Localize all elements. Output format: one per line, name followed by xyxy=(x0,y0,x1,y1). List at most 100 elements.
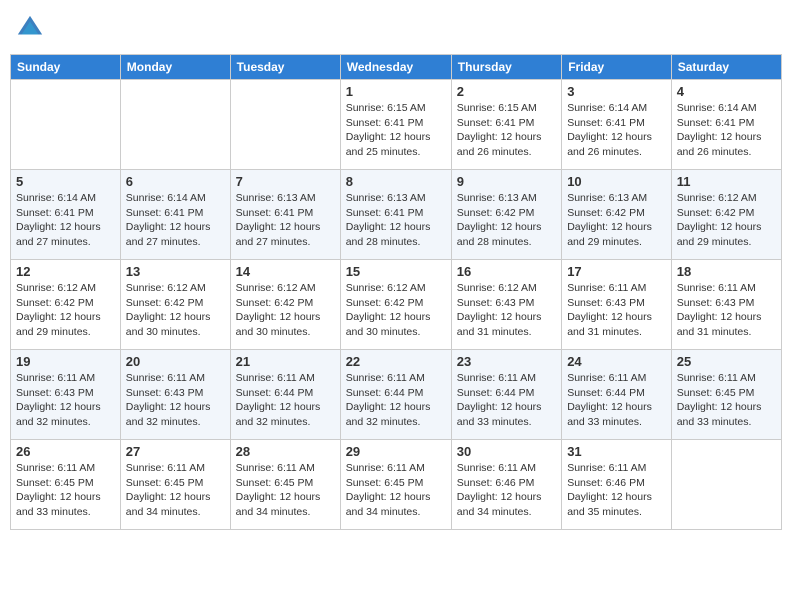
day-number: 8 xyxy=(346,174,446,189)
day-info: Sunrise: 6:11 AMSunset: 6:46 PMDaylight:… xyxy=(457,461,556,520)
day-number: 7 xyxy=(236,174,335,189)
day-info: Sunrise: 6:11 AMSunset: 6:46 PMDaylight:… xyxy=(567,461,666,520)
logo-icon xyxy=(16,14,44,42)
calendar-cell: 25Sunrise: 6:11 AMSunset: 6:45 PMDayligh… xyxy=(671,350,781,440)
day-number: 4 xyxy=(677,84,776,99)
calendar-cell xyxy=(11,80,121,170)
calendar-cell: 4 Sunrise: 6:14 AMSunset: 6:41 PMDaylight… xyxy=(671,80,781,170)
col-header-wednesday: Wednesday xyxy=(340,55,451,80)
logo xyxy=(16,14,48,42)
calendar-cell: 21Sunrise: 6:11 AMSunset: 6:44 PMDayligh… xyxy=(230,350,340,440)
col-header-monday: Monday xyxy=(120,55,230,80)
day-number: 16 xyxy=(457,264,556,279)
day-number: 6 xyxy=(126,174,225,189)
day-info: Sunrise: 6:12 AMSunset: 6:42 PMDaylight:… xyxy=(126,281,225,340)
calendar-week-row: 1 Sunrise: 6:15 AMSunset: 6:41 PMDaylight… xyxy=(11,80,782,170)
day-info: Sunrise: 6:11 AMSunset: 6:43 PMDaylight:… xyxy=(567,281,666,340)
day-number: 22 xyxy=(346,354,446,369)
calendar-cell: 18 Sunrise: 6:11 AMSunset: 6:43 PMDayligh… xyxy=(671,260,781,350)
day-number: 19 xyxy=(16,354,115,369)
calendar-cell: 15 Sunrise: 6:12 AMSunset: 6:42 PMDayligh… xyxy=(340,260,451,350)
calendar-cell: 11Sunrise: 6:12 AMSunset: 6:42 PMDayligh… xyxy=(671,170,781,260)
day-number: 29 xyxy=(346,444,446,459)
day-number: 27 xyxy=(126,444,225,459)
day-number: 9 xyxy=(457,174,556,189)
day-number: 2 xyxy=(457,84,556,99)
calendar-cell: 7 Sunrise: 6:13 AMSunset: 6:41 PMDaylight… xyxy=(230,170,340,260)
calendar-cell xyxy=(230,80,340,170)
day-info: Sunrise: 6:15 AMSunset: 6:41 PMDaylight:… xyxy=(457,101,556,160)
calendar-week-row: 19 Sunrise: 6:11 AMSunset: 6:43 PMDayligh… xyxy=(11,350,782,440)
day-number: 18 xyxy=(677,264,776,279)
calendar-cell: 26Sunrise: 6:11 AMSunset: 6:45 PMDayligh… xyxy=(11,440,121,530)
calendar-cell: 1 Sunrise: 6:15 AMSunset: 6:41 PMDaylight… xyxy=(340,80,451,170)
calendar-cell: 24Sunrise: 6:11 AMSunset: 6:44 PMDayligh… xyxy=(562,350,672,440)
day-number: 31 xyxy=(567,444,666,459)
col-header-sunday: Sunday xyxy=(11,55,121,80)
calendar-cell: 6 Sunrise: 6:14 AMSunset: 6:41 PMDaylight… xyxy=(120,170,230,260)
calendar-cell: 3Sunrise: 6:14 AMSunset: 6:41 PMDaylight… xyxy=(562,80,672,170)
day-info: Sunrise: 6:11 AMSunset: 6:43 PMDaylight:… xyxy=(677,281,776,340)
col-header-friday: Friday xyxy=(562,55,672,80)
calendar-cell: 20Sunrise: 6:11 AMSunset: 6:43 PMDayligh… xyxy=(120,350,230,440)
day-info: Sunrise: 6:14 AMSunset: 6:41 PMDaylight:… xyxy=(126,191,225,250)
day-info: Sunrise: 6:11 AMSunset: 6:43 PMDaylight:… xyxy=(16,371,115,430)
day-info: Sunrise: 6:14 AMSunset: 6:41 PMDaylight:… xyxy=(16,191,115,250)
day-number: 10 xyxy=(567,174,666,189)
day-info: Sunrise: 6:11 AMSunset: 6:45 PMDaylight:… xyxy=(677,371,776,430)
day-info: Sunrise: 6:14 AMSunset: 6:41 PMDaylight:… xyxy=(567,101,666,160)
col-header-thursday: Thursday xyxy=(451,55,561,80)
calendar-week-row: 5 Sunrise: 6:14 AMSunset: 6:41 PMDaylight… xyxy=(11,170,782,260)
day-info: Sunrise: 6:13 AMSunset: 6:42 PMDaylight:… xyxy=(457,191,556,250)
day-info: Sunrise: 6:13 AMSunset: 6:41 PMDaylight:… xyxy=(236,191,335,250)
day-info: Sunrise: 6:13 AMSunset: 6:42 PMDaylight:… xyxy=(567,191,666,250)
day-info: Sunrise: 6:15 AMSunset: 6:41 PMDaylight:… xyxy=(346,101,446,160)
page-header xyxy=(10,10,782,46)
calendar-cell: 17 Sunrise: 6:11 AMSunset: 6:43 PMDayligh… xyxy=(562,260,672,350)
day-number: 15 xyxy=(346,264,446,279)
calendar-cell: 23Sunrise: 6:11 AMSunset: 6:44 PMDayligh… xyxy=(451,350,561,440)
day-info: Sunrise: 6:11 AMSunset: 6:45 PMDaylight:… xyxy=(236,461,335,520)
day-info: Sunrise: 6:12 AMSunset: 6:42 PMDaylight:… xyxy=(236,281,335,340)
calendar-cell: 10 Sunrise: 6:13 AMSunset: 6:42 PMDayligh… xyxy=(562,170,672,260)
day-info: Sunrise: 6:12 AMSunset: 6:42 PMDaylight:… xyxy=(346,281,446,340)
calendar-cell: 13 Sunrise: 6:12 AMSunset: 6:42 PMDayligh… xyxy=(120,260,230,350)
day-info: Sunrise: 6:11 AMSunset: 6:44 PMDaylight:… xyxy=(567,371,666,430)
calendar-cell: 16 Sunrise: 6:12 AMSunset: 6:43 PMDayligh… xyxy=(451,260,561,350)
day-number: 11 xyxy=(677,174,776,189)
day-number: 26 xyxy=(16,444,115,459)
calendar-cell: 8 Sunrise: 6:13 AMSunset: 6:41 PMDaylight… xyxy=(340,170,451,260)
day-number: 20 xyxy=(126,354,225,369)
col-header-saturday: Saturday xyxy=(671,55,781,80)
calendar-week-row: 12 Sunrise: 6:12 AMSunset: 6:42 PMDayligh… xyxy=(11,260,782,350)
day-info: Sunrise: 6:14 AMSunset: 6:41 PMDaylight:… xyxy=(677,101,776,160)
calendar-cell: 28 Sunrise: 6:11 AMSunset: 6:45 PMDayligh… xyxy=(230,440,340,530)
day-info: Sunrise: 6:11 AMSunset: 6:44 PMDaylight:… xyxy=(236,371,335,430)
day-info: Sunrise: 6:11 AMSunset: 6:45 PMDaylight:… xyxy=(126,461,225,520)
col-header-tuesday: Tuesday xyxy=(230,55,340,80)
calendar-cell: 27 Sunrise: 6:11 AMSunset: 6:45 PMDayligh… xyxy=(120,440,230,530)
day-number: 13 xyxy=(126,264,225,279)
calendar-cell: 2 Sunrise: 6:15 AMSunset: 6:41 PMDaylight… xyxy=(451,80,561,170)
day-number: 12 xyxy=(16,264,115,279)
calendar-cell: 9 Sunrise: 6:13 AMSunset: 6:42 PMDaylight… xyxy=(451,170,561,260)
day-number: 5 xyxy=(16,174,115,189)
day-info: Sunrise: 6:12 AMSunset: 6:42 PMDaylight:… xyxy=(16,281,115,340)
calendar-cell xyxy=(120,80,230,170)
calendar-cell xyxy=(671,440,781,530)
day-number: 30 xyxy=(457,444,556,459)
day-number: 14 xyxy=(236,264,335,279)
calendar-cell: 19 Sunrise: 6:11 AMSunset: 6:43 PMDayligh… xyxy=(11,350,121,440)
calendar-cell: 29 Sunrise: 6:11 AMSunset: 6:45 PMDayligh… xyxy=(340,440,451,530)
day-info: Sunrise: 6:11 AMSunset: 6:45 PMDaylight:… xyxy=(346,461,446,520)
calendar-cell: 5 Sunrise: 6:14 AMSunset: 6:41 PMDaylight… xyxy=(11,170,121,260)
calendar-cell: 12 Sunrise: 6:12 AMSunset: 6:42 PMDayligh… xyxy=(11,260,121,350)
calendar-header-row: SundayMondayTuesdayWednesdayThursdayFrid… xyxy=(11,55,782,80)
day-info: Sunrise: 6:13 AMSunset: 6:41 PMDaylight:… xyxy=(346,191,446,250)
day-info: Sunrise: 6:11 AMSunset: 6:44 PMDaylight:… xyxy=(346,371,446,430)
day-number: 17 xyxy=(567,264,666,279)
calendar-cell: 22 Sunrise: 6:11 AMSunset: 6:44 PMDayligh… xyxy=(340,350,451,440)
day-info: Sunrise: 6:12 AMSunset: 6:43 PMDaylight:… xyxy=(457,281,556,340)
day-number: 28 xyxy=(236,444,335,459)
day-number: 1 xyxy=(346,84,446,99)
